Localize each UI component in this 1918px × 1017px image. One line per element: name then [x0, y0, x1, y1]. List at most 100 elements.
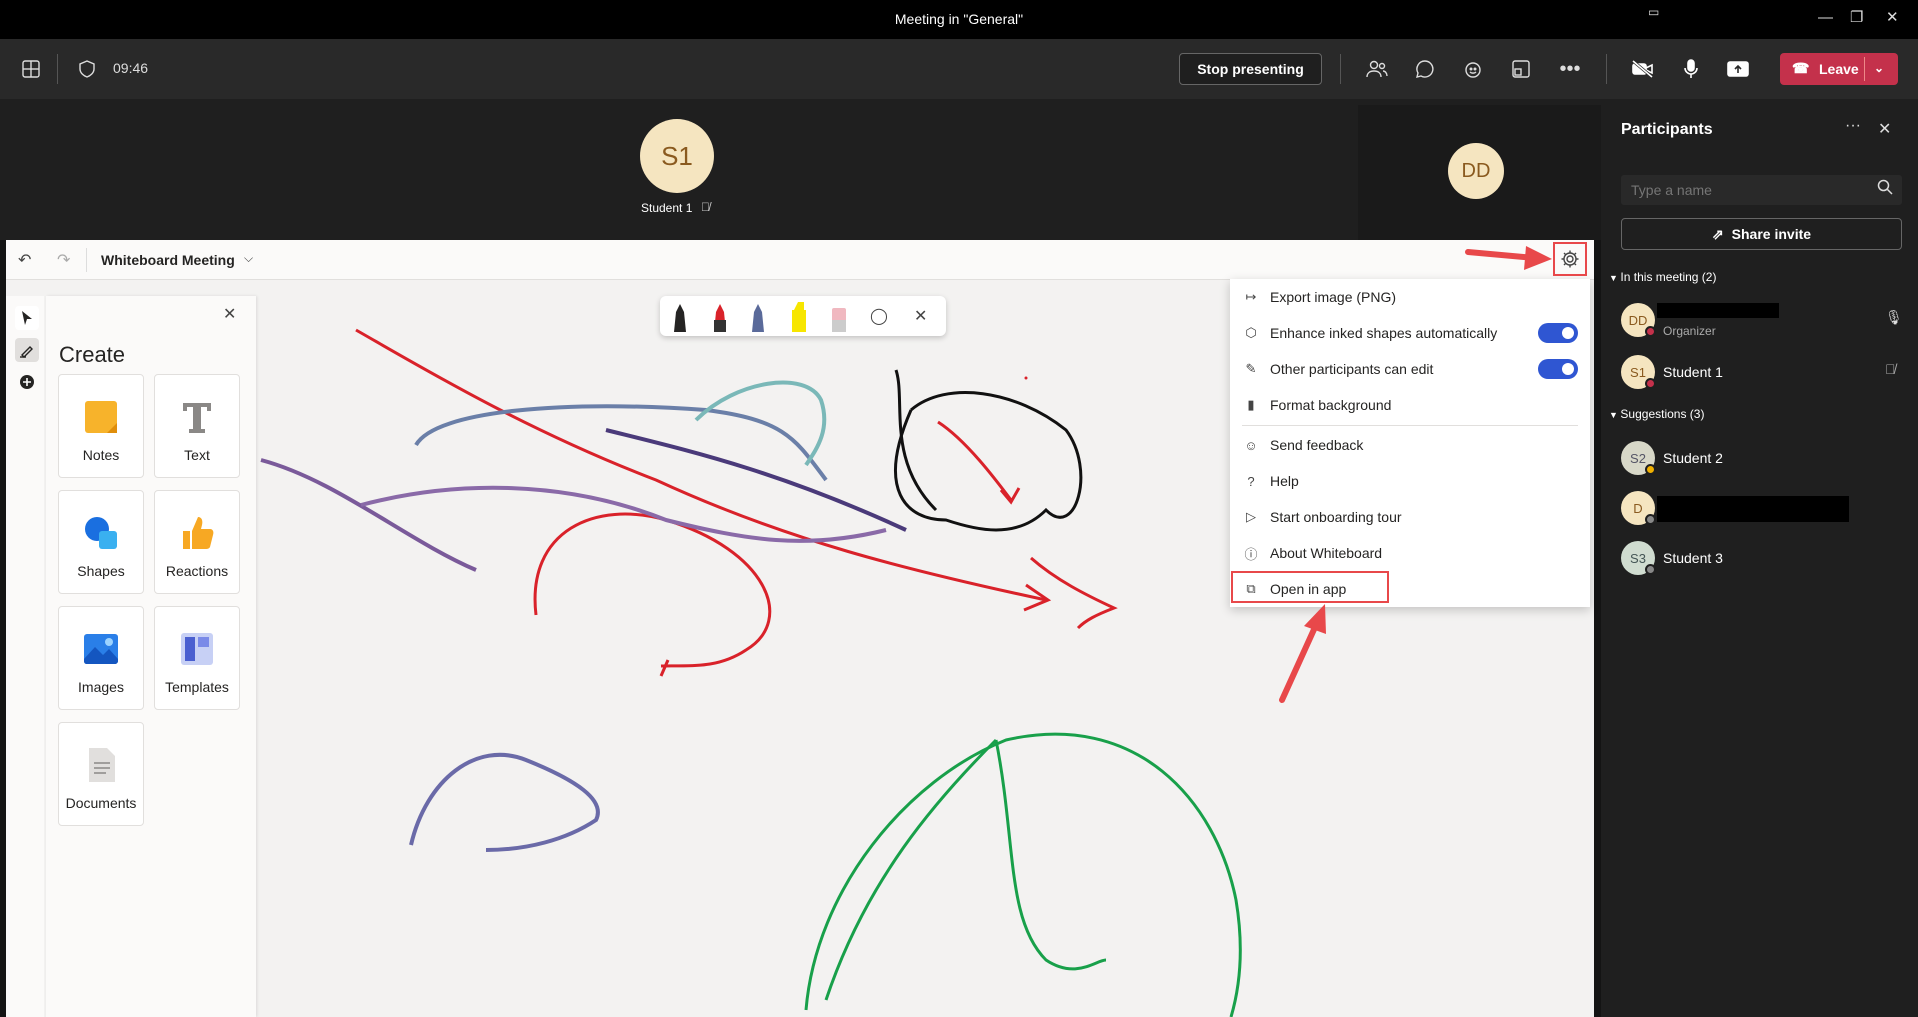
more-options-icon[interactable]: ···: [1845, 117, 1861, 135]
chevron-down-icon[interactable]: ⌵: [244, 251, 253, 266]
participant-row[interactable]: S3 Student 3: [1621, 538, 1911, 578]
share-screen-icon[interactable]: [1724, 55, 1752, 83]
galaxy-pen-icon: [752, 304, 764, 332]
microphone-icon: 🎙: [1885, 309, 1903, 325]
menu-item-participants-edit[interactable]: ✎ Other participants can edit: [1230, 351, 1590, 387]
open-in-app-highlight: [1231, 571, 1389, 603]
text-icon: [177, 397, 217, 437]
shapes-tile[interactable]: Shapes: [58, 490, 144, 594]
paint-icon: ▮: [1247, 397, 1255, 412]
restore-icon[interactable]: ❐: [1850, 8, 1863, 28]
leave-button[interactable]: ☎ Leave ⌄: [1780, 53, 1898, 85]
panel-title: Participants: [1621, 121, 1713, 138]
text-tile[interactable]: Text: [154, 374, 240, 478]
pencil-icon: ✎: [1245, 361, 1257, 376]
lasso-icon[interactable]: ◯: [870, 306, 888, 326]
cast-icon[interactable]: ▭: [1648, 2, 1659, 22]
documents-tile[interactable]: Documents: [58, 722, 144, 826]
meeting-timer: 09:46: [113, 60, 149, 76]
tool-rail: [6, 296, 44, 1017]
participant-name: Student 2: [1663, 450, 1723, 466]
participant-row[interactable]: S1 Student 1 🎙̸: [1621, 352, 1911, 392]
chevron-down-icon[interactable]: ⌄: [1874, 61, 1884, 75]
redacted-name: [1657, 303, 1779, 318]
settings-menu: ↦ Export image (PNG) ⬡ Enhance inked shape…: [1230, 279, 1590, 607]
whiteboard[interactable]: ↶ ↷ Whiteboard Meeting ⌵ ✕ Create Notes …: [6, 240, 1594, 1017]
menu-item-send-feedback[interactable]: ☺ Send feedback: [1230, 427, 1590, 463]
participant-row[interactable]: S2 Student 2: [1621, 438, 1911, 478]
reactions-tile[interactable]: Reactions: [154, 490, 240, 594]
tile-label: Documents: [65, 795, 137, 811]
phone-hangup-icon: ☎: [1792, 60, 1810, 76]
window-titlebar: Meeting in "General" ▭ — ❐ ✕: [0, 0, 1918, 39]
menu-item-format-background[interactable]: ▮ Format background: [1230, 387, 1590, 423]
tile-label: Images: [78, 679, 124, 695]
eraser-icon: [832, 308, 846, 332]
add-icon[interactable]: [15, 370, 39, 394]
close-window-icon[interactable]: ✕: [1886, 8, 1899, 28]
select-tool-icon[interactable]: [15, 306, 39, 330]
leave-label: Leave: [1819, 61, 1859, 77]
pen-tray: ◯ ✕: [660, 296, 946, 336]
create-panel: ✕ Create Notes Text Shapes Reactions Ima…: [46, 296, 256, 1017]
menu-item-enhance-shapes[interactable]: ⬡ Enhance inked shapes automatically: [1230, 315, 1590, 351]
grid-view-icon[interactable]: [17, 55, 45, 83]
minimize-icon[interactable]: —: [1818, 8, 1833, 28]
tile-label: Notes: [82, 447, 120, 463]
camera-off-icon[interactable]: [1629, 55, 1657, 83]
stop-presenting-button[interactable]: Stop presenting: [1179, 53, 1322, 85]
chat-icon[interactable]: [1411, 55, 1439, 83]
undo-icon[interactable]: ↶: [18, 250, 31, 270]
enhance-toggle[interactable]: [1538, 323, 1578, 343]
menu-item-help[interactable]: ? Help: [1230, 463, 1590, 499]
in-meeting-header[interactable]: ▼ In this meeting (2): [1609, 270, 1716, 284]
role-label: Organizer: [1663, 324, 1716, 338]
document-icon: [81, 745, 121, 785]
close-icon[interactable]: ✕: [914, 306, 927, 326]
shield-icon[interactable]: [73, 55, 101, 83]
close-icon[interactable]: ✕: [1878, 119, 1891, 139]
close-icon[interactable]: ✕: [223, 304, 236, 324]
video-stage: S1 Student 1 🎙̸ DD: [0, 99, 1601, 240]
microphone-icon[interactable]: [1677, 55, 1705, 83]
muted-mic-icon: 🎙̸: [701, 200, 710, 214]
react-icon[interactable]: [1459, 55, 1487, 83]
search-icon[interactable]: [1877, 179, 1897, 199]
ink-tool-icon[interactable]: [15, 338, 39, 362]
menu-item-export-image[interactable]: ↦ Export image (PNG): [1230, 279, 1590, 315]
redo-icon[interactable]: ↷: [57, 250, 70, 270]
tile-label: Reactions: [165, 563, 229, 579]
tile-label: Text: [184, 447, 210, 463]
share-invite-button[interactable]: ⇗ Share invite: [1621, 218, 1902, 250]
presenter-name: Student 1: [641, 201, 693, 215]
image-icon: [81, 629, 121, 669]
images-tile[interactable]: Images: [58, 606, 144, 710]
view-icon[interactable]: [1507, 55, 1535, 83]
suggestions-header[interactable]: ▼ Suggestions (3): [1609, 407, 1704, 421]
help-icon: ?: [1247, 473, 1255, 489]
whiteboard-header: ↶ ↷ Whiteboard Meeting ⌵: [6, 240, 1594, 280]
avatar: S1: [640, 119, 714, 193]
feedback-icon: ☺: [1244, 437, 1258, 453]
participant-row[interactable]: D: [1621, 488, 1911, 528]
edit-toggle[interactable]: [1538, 359, 1578, 379]
notes-tile[interactable]: Notes: [58, 374, 144, 478]
templates-tile[interactable]: Templates: [154, 606, 240, 710]
sticky-note-icon: [81, 397, 121, 437]
search-input[interactable]: [1621, 175, 1902, 205]
people-icon[interactable]: [1363, 55, 1391, 83]
more-options-icon[interactable]: •••: [1556, 55, 1584, 83]
menu-item-about[interactable]: ⓘ About Whiteboard: [1230, 535, 1590, 571]
meeting-toolbar: 09:46 •••: [0, 39, 1918, 99]
create-title: Create: [59, 342, 126, 367]
templates-icon: [177, 629, 217, 669]
whiteboard-title[interactable]: Whiteboard Meeting: [101, 252, 235, 268]
info-icon: ⓘ: [1244, 546, 1258, 562]
share-icon: ⇗: [1711, 225, 1724, 242]
participant-row[interactable]: DD Organizer 🎙: [1621, 300, 1911, 340]
shapes-icon: [81, 513, 121, 553]
muted-mic-icon: 🎙̸: [1885, 361, 1896, 377]
menu-item-onboarding-tour[interactable]: ▷ Start onboarding tour: [1230, 499, 1590, 535]
tile-label: Shapes: [77, 563, 125, 579]
participant-name: Student 3: [1663, 550, 1723, 566]
